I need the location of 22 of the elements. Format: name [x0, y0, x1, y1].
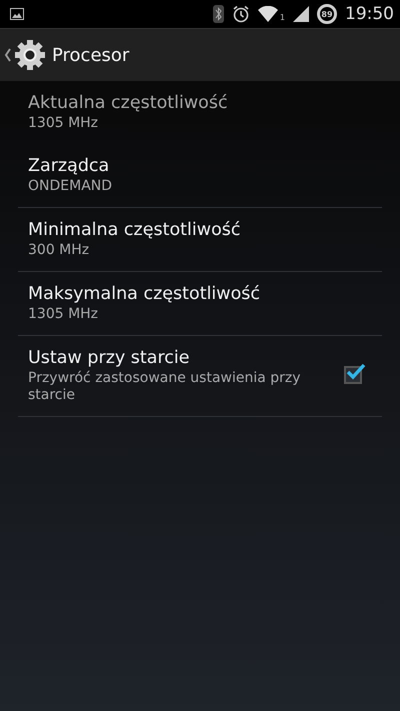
chevron-icon — [4, 47, 12, 63]
up-button[interactable] — [4, 39, 46, 71]
preference-summary: 300 MHz — [28, 242, 90, 259]
clock: 19:50 — [345, 4, 394, 24]
preference-summary: ONDEMAND — [28, 178, 114, 195]
preference-title: Aktualna częstotliwość — [28, 92, 229, 115]
signal-icon — [293, 6, 309, 22]
battery-icon: 89 — [317, 4, 337, 24]
preference-title: Maksymalna częstotliwość — [28, 283, 262, 306]
preference-summary: Przywróć zastosowane ustawienia przy starcie — [28, 370, 302, 404]
preference-title: Minimalna częstotliwość — [28, 219, 242, 242]
network-label: 1 — [280, 13, 285, 22]
alarm-icon — [232, 5, 250, 23]
preference-summary: 1305 MHz — [28, 306, 100, 323]
gear-icon — [14, 39, 46, 71]
wifi-icon — [258, 6, 278, 22]
preference-title: Zarządca — [28, 155, 110, 178]
image-icon — [10, 8, 24, 20]
preference-title: Ustaw przy starcie — [28, 347, 191, 370]
bluetooth-icon — [212, 5, 224, 23]
preference-summary: 1305 MHz — [28, 115, 100, 132]
screen-title: Procesor — [52, 44, 130, 66]
